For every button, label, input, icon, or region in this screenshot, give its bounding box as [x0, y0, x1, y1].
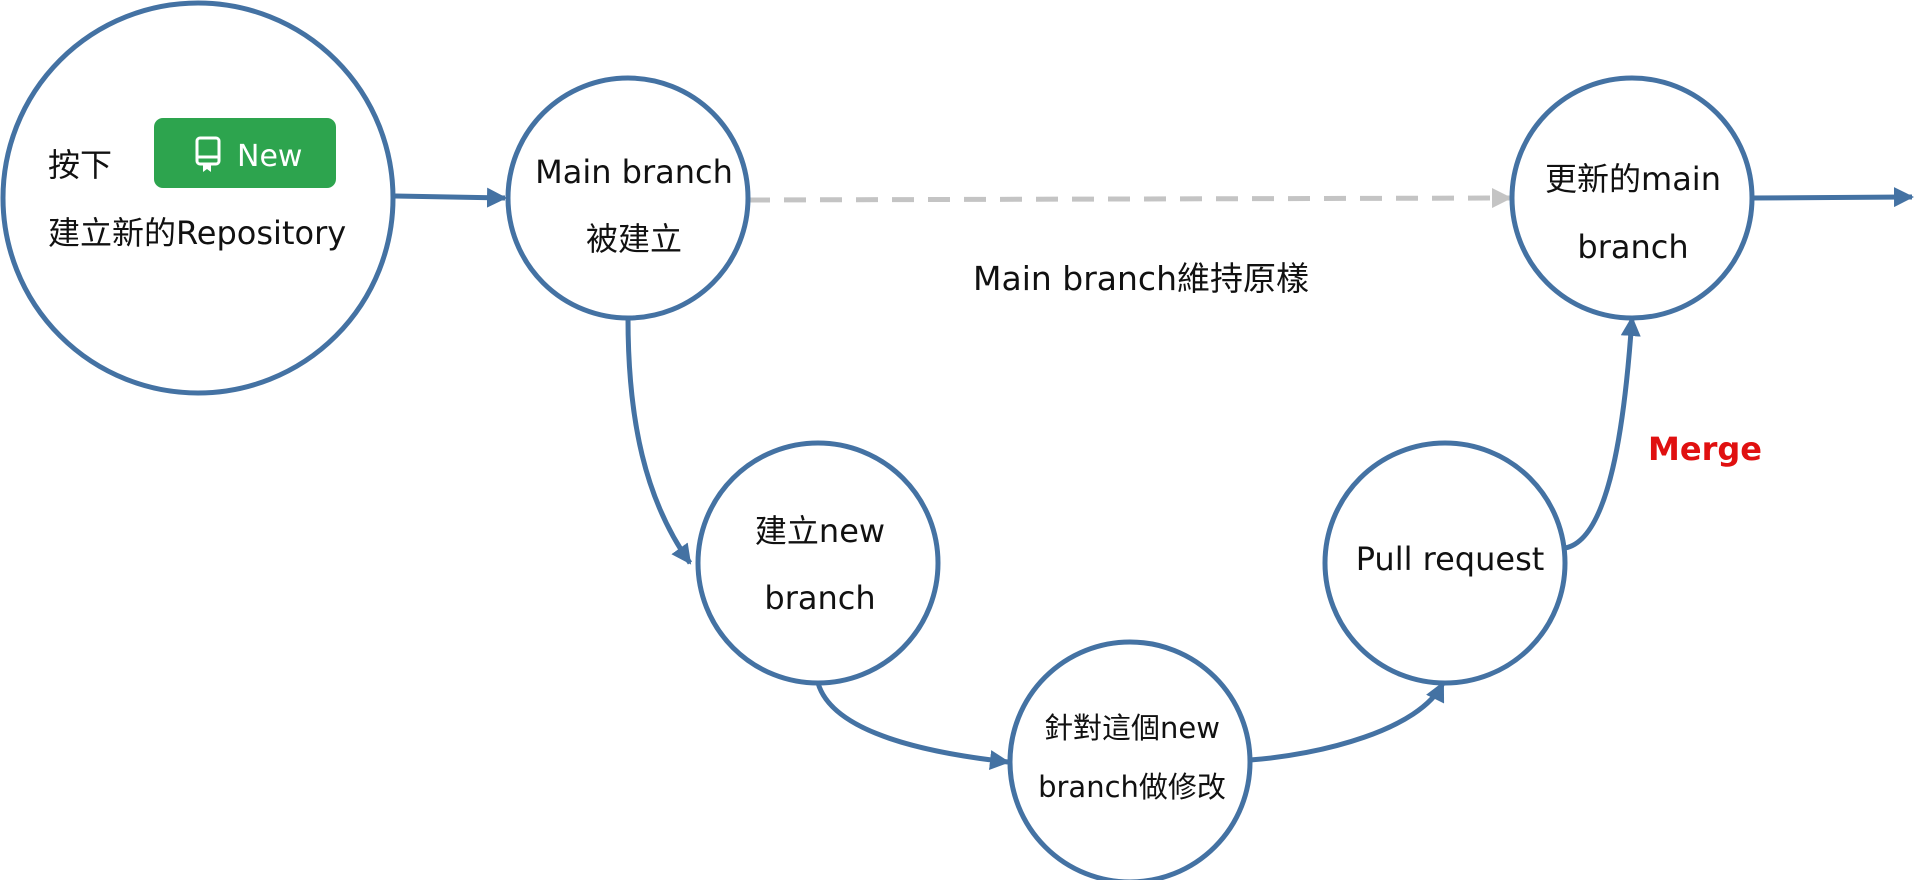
node-updated-main-branch-circle — [1509, 75, 1755, 321]
arrow-modify-to-pull-request — [1249, 681, 1446, 763]
node-create-new-branch-line1: 建立new — [755, 512, 885, 550]
new-button-label: New — [237, 139, 302, 174]
arrow-new-branch-to-modify — [815, 682, 1010, 770]
main-branch-unchanged-label: Main branch維持原樣 — [973, 259, 1309, 298]
arrow-pull-request-to-updated-main — [1564, 316, 1641, 551]
node-create-new-branch: 建立new branch — [695, 440, 941, 686]
node-modify-new-branch-line1: 針對這個new — [1044, 711, 1220, 745]
node-create-repository-line1: 按下 — [48, 146, 112, 184]
git-branch-workflow-diagram: 按下 New 建立新的Repository Main branch 被建立 建立… — [0, 0, 1914, 880]
node-updated-main-branch: 更新的main branch — [1509, 75, 1755, 321]
node-create-repository-circle — [0, 0, 396, 396]
arrow-updated-main-out — [1749, 187, 1914, 208]
node-main-branch-created-line1: Main branch — [535, 153, 733, 191]
node-modify-new-branch-circle — [1007, 639, 1253, 880]
node-pull-request: Pull request — [1322, 440, 1568, 686]
merge-label: Merge — [1648, 430, 1762, 468]
arrow-main-to-new-branch — [625, 317, 693, 565]
node-main-branch-created-line2: 被建立 — [586, 220, 682, 258]
node-updated-main-branch-line1: 更新的main — [1545, 160, 1721, 198]
node-modify-new-branch-line2: branch做修改 — [1038, 770, 1226, 804]
node-create-repository: 按下 New 建立新的Repository — [0, 0, 396, 396]
node-create-new-branch-circle — [695, 440, 941, 686]
node-main-branch-created-circle — [505, 75, 751, 321]
node-create-repository-line2: 建立新的Repository — [48, 214, 346, 252]
node-create-new-branch-line2: branch — [764, 579, 875, 617]
new-repository-button[interactable]: New — [154, 118, 336, 188]
node-updated-main-branch-line2: branch — [1577, 228, 1688, 266]
node-main-branch-created: Main branch 被建立 — [505, 75, 751, 321]
node-pull-request-line1: Pull request — [1356, 540, 1545, 578]
node-modify-new-branch: 針對這個new branch做修改 — [1007, 639, 1253, 880]
arrow-repo-to-main — [394, 187, 507, 208]
dashed-arrow-main-to-updated-main — [747, 188, 1512, 209]
